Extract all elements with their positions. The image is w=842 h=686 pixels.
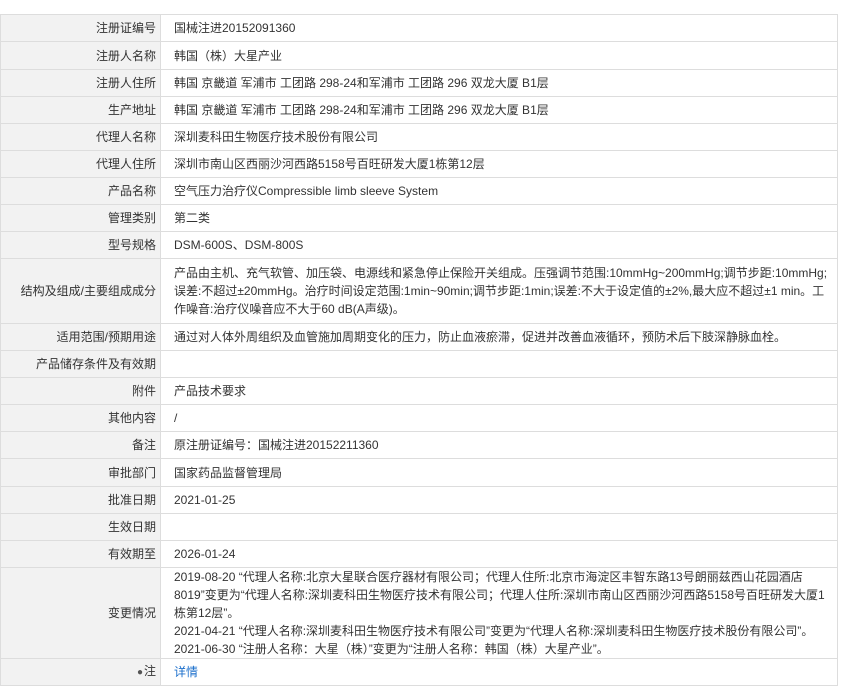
row-label: 注册人名称 (0, 41, 161, 70)
row-registrant-address: 注册人住所 韩国 京畿道 军浦市 工团路 298-24和军浦市 工团路 296 双… (0, 69, 838, 97)
row-product-name: 产品名称 空气压力治疗仪Compressible limb sleeve Syst… (0, 177, 838, 205)
row-value: 空气压力治疗仪Compressible limb sleeve System (160, 177, 838, 205)
row-value: 产品技术要求 (160, 377, 838, 405)
registration-info-table: 注册证编号 国械注进20152091360 注册人名称 韩国（株）大星产业 注册人住… (0, 14, 838, 686)
row-registrant-name: 注册人名称 韩国（株）大星产业 (0, 41, 838, 70)
row-value: 国家药品监督管理局 (160, 458, 838, 487)
row-value: DSM-600S、DSM-800S (160, 231, 838, 259)
row-approval-date: 批准日期 2021-01-25 (0, 486, 838, 514)
details-link[interactable]: 详情 (174, 665, 198, 679)
row-value: 2026-01-24 (160, 540, 838, 568)
row-value: 国械注进20152091360 (160, 14, 838, 42)
row-change-history: 变更情况 2019-08-20 “代理人名称:北京大星联合医疗器材有限公司；代理… (0, 567, 838, 659)
row-label: 适用范围/预期用途 (0, 323, 161, 351)
row-value: 通过对人体外周组织及血管施加周期变化的压力，防止血液瘀滞，促进并改善血液循环，预… (160, 323, 838, 351)
row-label: 生产地址 (0, 96, 161, 124)
row-label: 产品储存条件及有效期 (0, 350, 161, 378)
row-label: 有效期至 (0, 540, 161, 568)
row-label: 批准日期 (0, 486, 161, 514)
note-value-cell: 详情 (160, 658, 838, 686)
row-label: 生效日期 (0, 513, 161, 541)
row-value: 深圳麦科田生物医疗技术股份有限公司 (160, 123, 838, 151)
row-label: 注册证编号 (0, 14, 161, 42)
row-value: / (160, 404, 838, 432)
row-value: 深圳市南山区西丽沙河西路5158号百旺研发大厦1栋第12层 (160, 150, 838, 178)
row-label: 型号规格 (0, 231, 161, 259)
change-entry: 2021-04-21 “代理人名称:深圳麦科田生物医疗技术有限公司”变更为“代理… (174, 624, 814, 638)
row-intended-use: 适用范围/预期用途 通过对人体外周组织及血管施加周期变化的压力，防止血液瘀滞，促进… (0, 323, 838, 351)
row-registration-number: 注册证编号 国械注进20152091360 (0, 14, 838, 42)
row-storage-conditions: 产品储存条件及有效期 (0, 350, 838, 378)
row-label: 代理人住所 (0, 150, 161, 178)
row-model-spec: 型号规格 DSM-600S、DSM-800S (0, 231, 838, 259)
row-label: 代理人名称 (0, 123, 161, 151)
row-other-content: 其他内容 / (0, 404, 838, 432)
row-label: 管理类别 (0, 204, 161, 232)
row-label: 审批部门 (0, 458, 161, 487)
row-label: 产品名称 (0, 177, 161, 205)
row-label: 其他内容 (0, 404, 161, 432)
pin-icon: ● (136, 667, 143, 678)
row-value: 韩国 京畿道 军浦市 工团路 298-24和军浦市 工团路 296 双龙大厦 B… (160, 96, 838, 124)
row-agent-name: 代理人名称 深圳麦科田生物医疗技术股份有限公司 (0, 123, 838, 151)
row-value: 第二类 (160, 204, 838, 232)
change-history-list: 2019-08-20 “代理人名称:北京大星联合医疗器材有限公司；代理人住所:北… (160, 567, 838, 659)
row-value: 产品由主机、充气软管、加压袋、电源线和紧急停止保险开关组成。压强调节范围:10m… (160, 258, 838, 324)
row-approval-department: 审批部门 国家药品监督管理局 (0, 458, 838, 487)
note-label-cell: ●注 (0, 658, 161, 686)
row-value: 2021-01-25 (160, 486, 838, 514)
row-production-address: 生产地址 韩国 京畿道 军浦市 工团路 298-24和军浦市 工团路 296 双龙… (0, 96, 838, 124)
row-value (160, 350, 838, 378)
row-value: 韩国 京畿道 军浦市 工团路 298-24和军浦市 工团路 296 双龙大厦 B… (160, 69, 838, 97)
row-note: ●注 详情 (0, 658, 838, 686)
row-label: 变更情况 (0, 567, 161, 659)
row-attachments: 附件 产品技术要求 (0, 377, 838, 405)
row-agent-address: 代理人住所 深圳市南山区西丽沙河西路5158号百旺研发大厦1栋第12层 (0, 150, 838, 178)
row-label: 附件 (0, 377, 161, 405)
row-expiry-date: 有效期至 2026-01-24 (0, 540, 838, 568)
row-remarks: 备注 原注册证编号：国械注进20152211360 (0, 431, 838, 459)
change-entry: 2021-06-30 “注册人名称：大星（株）”变更为“注册人名称：韩国（株）大… (174, 642, 609, 656)
row-label: 注册人住所 (0, 69, 161, 97)
change-entry: 2019-08-20 “代理人名称:北京大星联合医疗器材有限公司；代理人住所:北… (174, 570, 825, 620)
row-value: 原注册证编号：国械注进20152211360 (160, 431, 838, 459)
row-effective-date: 生效日期 (0, 513, 838, 541)
row-label: 备注 (0, 431, 161, 459)
row-value (160, 513, 838, 541)
row-management-class: 管理类别 第二类 (0, 204, 838, 232)
row-label: 结构及组成/主要组成成分 (0, 258, 161, 324)
row-value: 韩国（株）大星产业 (160, 41, 838, 70)
note-label: 注 (143, 664, 156, 678)
row-structure-composition: 结构及组成/主要组成成分 产品由主机、充气软管、加压袋、电源线和紧急停止保险开关组… (0, 258, 838, 324)
